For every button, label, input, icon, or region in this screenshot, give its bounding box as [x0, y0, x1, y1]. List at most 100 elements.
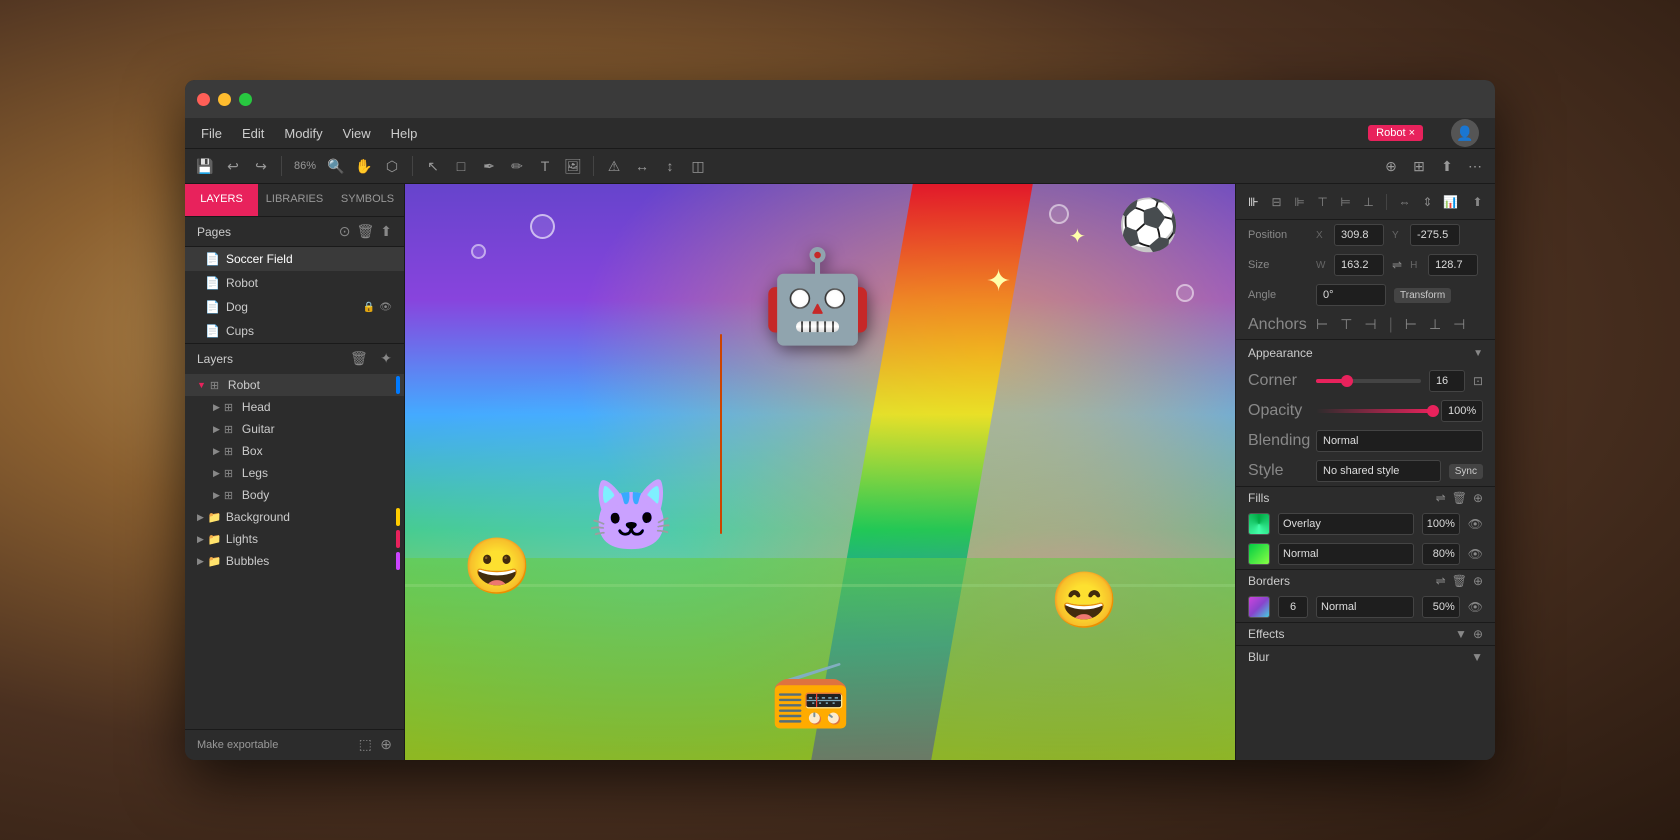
- fill-eye-2[interactable]: 👁: [1468, 547, 1483, 561]
- arrange-icon[interactable]: ◫: [686, 154, 710, 178]
- fill-opacity-2[interactable]: [1422, 543, 1460, 565]
- pencil-icon[interactable]: ✏: [505, 154, 529, 178]
- anchor-tc[interactable]: ⊤: [1336, 314, 1356, 335]
- menu-file[interactable]: File: [201, 126, 222, 141]
- effects-header[interactable]: Effects ▼ ⊕: [1236, 622, 1495, 645]
- flip-v-icon[interactable]: ↕: [658, 154, 682, 178]
- user-avatar[interactable]: 👤: [1451, 119, 1479, 147]
- appearance-header[interactable]: Appearance ▼: [1236, 339, 1495, 366]
- undo-icon[interactable]: ↩: [221, 154, 245, 178]
- menu-view[interactable]: View: [343, 126, 371, 141]
- anchor-tl[interactable]: ⊢: [1312, 314, 1332, 335]
- layer-guitar[interactable]: ▶ ⊞ Guitar: [185, 418, 404, 440]
- anchor-tr[interactable]: ⊣: [1360, 314, 1380, 335]
- w-input[interactable]: [1334, 254, 1384, 276]
- component-icon[interactable]: ⊕: [1379, 154, 1403, 178]
- align-bottom-icon[interactable]: ⊥: [1359, 191, 1378, 213]
- export-right-icon[interactable]: ⬆: [1468, 191, 1487, 213]
- h-input[interactable]: [1428, 254, 1478, 276]
- fill-swatch-1[interactable]: [1248, 513, 1270, 535]
- corner-mode-icon[interactable]: ⊡: [1473, 374, 1483, 388]
- tab-libraries[interactable]: LIBRARIES: [258, 184, 331, 216]
- save-icon[interactable]: 💾: [193, 154, 217, 178]
- layer-background[interactable]: ▶ 📁 Background: [185, 506, 404, 528]
- export-icon[interactable]: ⬆: [1435, 154, 1459, 178]
- tab-layers[interactable]: LAYERS: [185, 184, 258, 216]
- pages-delete[interactable]: 🗑: [356, 223, 374, 240]
- select-icon[interactable]: ↖: [421, 154, 445, 178]
- layer-box[interactable]: ▶ ⊞ Box: [185, 440, 404, 462]
- page-dog[interactable]: 📄 Dog 🔒 👁: [185, 295, 404, 319]
- redo-icon[interactable]: ↪: [249, 154, 273, 178]
- anchor-bc[interactable]: ⊥: [1425, 314, 1445, 335]
- move-icon[interactable]: ✋: [352, 154, 376, 178]
- dist-v-icon[interactable]: ⇕: [1418, 191, 1437, 213]
- x-input[interactable]: [1334, 224, 1384, 246]
- blur-header[interactable]: Blur ▼: [1236, 645, 1495, 668]
- layers-add[interactable]: ✦: [380, 350, 392, 366]
- corner-slider[interactable]: [1316, 379, 1421, 383]
- page-cups[interactable]: 📄 Cups: [185, 319, 404, 343]
- border-opacity-1[interactable]: [1422, 596, 1460, 618]
- fills-sync-icon[interactable]: ⇌: [1436, 491, 1446, 505]
- layer-legs[interactable]: ▶ ⊞ Legs: [185, 462, 404, 484]
- text-icon[interactable]: T: [533, 154, 557, 178]
- effects-add-icon[interactable]: ⊕: [1473, 627, 1483, 641]
- menu-edit[interactable]: Edit: [242, 126, 264, 141]
- flip-h-icon[interactable]: ↔: [630, 154, 654, 178]
- cursor-icon[interactable]: ⬡: [380, 154, 404, 178]
- current-page-badge[interactable]: Robot ×: [1368, 125, 1423, 141]
- fill-opacity-1[interactable]: [1422, 513, 1460, 535]
- rotate-icon[interactable]: ⚠: [602, 154, 626, 178]
- more-icon[interactable]: ⋯: [1463, 154, 1487, 178]
- corner-input[interactable]: [1429, 370, 1465, 392]
- layers-delete[interactable]: 🗑: [350, 350, 368, 366]
- close-button[interactable]: [197, 93, 210, 106]
- export-add-icon[interactable]: ⊕: [380, 736, 392, 752]
- page-robot[interactable]: 📄 Robot: [185, 271, 404, 295]
- border-size-input[interactable]: [1278, 596, 1308, 618]
- align-right-icon[interactable]: ⊫: [1290, 191, 1309, 213]
- align-left-icon[interactable]: ⊪: [1244, 191, 1263, 213]
- lock-ratio-icon[interactable]: ⇌: [1392, 258, 1402, 272]
- minimize-button[interactable]: [218, 93, 231, 106]
- fill-blend-2[interactable]: Normal Overlay Multiply: [1278, 543, 1414, 565]
- export-slice-icon[interactable]: ⬚: [359, 736, 372, 752]
- pages-toggle[interactable]: ⊙: [339, 223, 351, 240]
- canvas-area[interactable]: ⚽ 🤖 🐱 😀 😄 📻 ✦: [405, 184, 1235, 760]
- anchor-bl[interactable]: ⊢: [1401, 314, 1421, 335]
- pages-add[interactable]: ⬆: [380, 223, 392, 240]
- border-blend-1[interactable]: Normal Inside Outside: [1316, 596, 1414, 618]
- page-soccer-field[interactable]: 📄 Soccer Field: [185, 247, 404, 271]
- style-select[interactable]: No shared style: [1316, 460, 1441, 482]
- opacity-input[interactable]: [1441, 400, 1483, 422]
- anchor-br[interactable]: ⊣: [1449, 314, 1469, 335]
- dist-h-icon[interactable]: ⇔: [1395, 191, 1414, 213]
- align-center-icon[interactable]: ⊟: [1267, 191, 1286, 213]
- fills-delete-icon[interactable]: 🗑: [1452, 491, 1467, 505]
- image-icon[interactable]: 🖼: [561, 154, 585, 178]
- border-eye-1[interactable]: 👁: [1468, 600, 1483, 614]
- menu-help[interactable]: Help: [391, 126, 418, 141]
- align-middle-icon[interactable]: ⊨: [1336, 191, 1355, 213]
- align-top-icon[interactable]: ⊤: [1313, 191, 1332, 213]
- angle-input[interactable]: [1316, 284, 1386, 306]
- layer-head[interactable]: ▶ ⊞ Head: [185, 396, 404, 418]
- maximize-button[interactable]: [239, 93, 252, 106]
- opacity-slider[interactable]: [1316, 409, 1433, 413]
- menu-modify[interactable]: Modify: [284, 126, 322, 141]
- borders-add-icon[interactable]: ⊕: [1473, 574, 1483, 588]
- fills-add-icon[interactable]: ⊕: [1473, 491, 1483, 505]
- border-swatch-1[interactable]: [1248, 596, 1270, 618]
- grid-icon[interactable]: ⊞: [1407, 154, 1431, 178]
- layer-body[interactable]: ▶ ⊞ Body: [185, 484, 404, 506]
- transform-button[interactable]: Transform: [1394, 288, 1451, 303]
- fill-blend-1[interactable]: Overlay Normal Multiply: [1278, 513, 1414, 535]
- tab-symbols[interactable]: SYMBOLS: [331, 184, 404, 216]
- layer-lights[interactable]: ▶ 📁 Lights: [185, 528, 404, 550]
- sync-button[interactable]: Sync: [1449, 464, 1483, 479]
- borders-sync-icon[interactable]: ⇌: [1436, 574, 1446, 588]
- fill-swatch-2[interactable]: [1248, 543, 1270, 565]
- layer-robot[interactable]: ▼ ⊞ Robot: [185, 374, 404, 396]
- shape-icon[interactable]: □: [449, 154, 473, 178]
